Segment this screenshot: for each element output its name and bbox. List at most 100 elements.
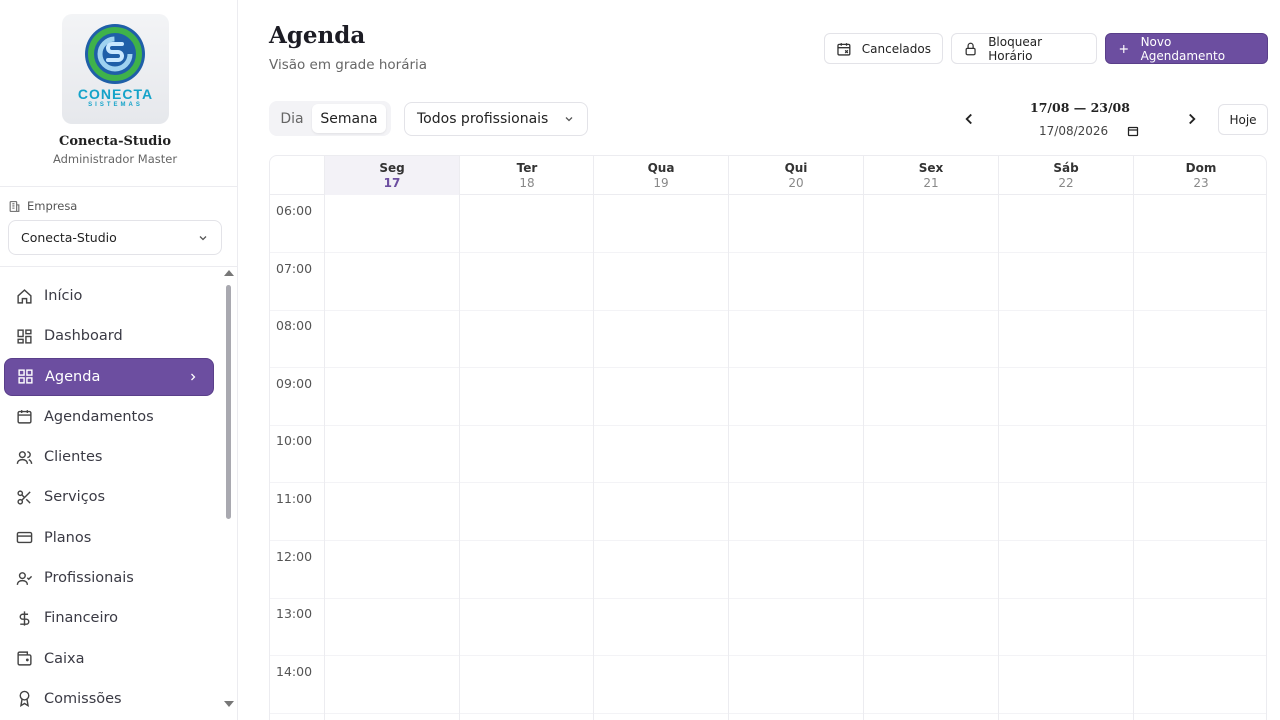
sidebar-item-agendamentos[interactable]: Agendamentos [4,398,214,436]
day-name: Sex [918,161,944,175]
user-check-icon [15,569,33,587]
day-name: Qua [647,161,675,175]
day-column-dom[interactable] [1133,195,1266,720]
calendar-x-icon [837,42,851,56]
day-column-sex[interactable] [863,195,998,720]
previous-week-button[interactable] [960,110,978,128]
sidebar-item-label: Clientes [44,449,103,466]
time-label: 07:00 [276,261,313,276]
time-label: 10:00 [276,433,313,448]
time-label: 08:00 [276,318,313,333]
day-column-qui[interactable] [728,195,863,720]
sidebar-item-profissionais[interactable]: Profissionais [4,559,214,597]
day-header-dom: Dom 23 [1133,156,1266,195]
grid-icon [16,368,34,386]
sidebar-item-planos[interactable]: Planos [4,519,214,557]
sidebar-item-agenda[interactable]: Agenda [4,357,214,396]
bloquear-label: Bloquear Horário [988,34,1043,63]
novo-agendamento-button[interactable]: Novo Agendamento [1105,33,1268,64]
sidebar-scrollbar[interactable] [224,270,234,715]
logo-text: CONECTA [77,86,154,102]
day-name: Qui [784,161,808,175]
next-week-button[interactable] [1183,110,1201,128]
sidebar-item-label: Início [44,288,83,304]
sidebar-item-clientes[interactable]: Clientes [4,438,214,476]
scroll-down-arrow-icon[interactable] [224,701,234,707]
day-header-seg: Seg 17 [324,156,459,195]
time-label: 11:00 [276,491,313,506]
date-range-label: 17/08 — 23/08 [1030,100,1130,115]
sidebar-item-label: Comissões [44,690,122,707]
view-semana-button[interactable]: Semana [312,104,386,133]
profissional-select[interactable]: Todos profissionais [404,102,588,136]
sidebar-item-dashboard[interactable]: Dashboard [4,317,214,355]
view-dia-button[interactable]: Dia [272,104,312,133]
sidebar-item-label: Planos [44,529,92,546]
scissors-icon [15,488,33,506]
day-header-qui: Qui 20 [728,156,863,195]
divider [0,266,237,267]
day-header-sex: Sex 21 [863,156,998,195]
chevron-right-icon [191,373,196,381]
date-input[interactable]: 17/08/2026 [1039,123,1139,139]
day-number: 18 [519,176,535,190]
award-icon [15,690,33,708]
sidebar-item-caixa[interactable]: Caixa [4,640,214,678]
chevron-down-icon [565,117,573,122]
day-number: 20 [788,176,804,190]
lock-icon [965,42,976,55]
day-name: Ter [516,161,538,175]
dollar-icon [15,609,33,627]
time-label: 09:00 [276,376,313,391]
sidebar-item-comissoes[interactable]: Comissões [4,680,214,718]
sidebar-item-label: Financeiro [44,610,119,627]
day-column-qua[interactable] [593,195,728,720]
date-input-value: 17/08/2026 [1039,124,1109,138]
day-name: Sáb [1053,161,1079,175]
sidebar-item-label: Serviços [44,489,106,506]
building-icon [9,200,20,212]
sidebar-item-financeiro[interactable]: Financeiro [4,599,214,637]
day-number: 21 [923,176,939,190]
sidebar-item-label: Dashboard [44,328,123,345]
scrollbar-thumb[interactable] [226,285,231,519]
day-header-ter: Ter 18 [459,156,594,195]
day-number: 22 [1058,176,1074,190]
time-label: 14:00 [276,664,313,679]
day-column-ter[interactable] [459,195,594,720]
sidebar-item-inicio[interactable]: Início [4,277,214,315]
wallet-icon [15,650,33,668]
day-column-sab[interactable] [998,195,1133,720]
users-icon [15,448,33,466]
day-number: 19 [653,176,669,190]
day-number: 23 [1193,176,1209,190]
sidebar-item-label: Agendamentos [44,408,154,425]
time-label: 12:00 [276,549,313,564]
view-toggle: Dia Semana [269,101,391,136]
day-column-seg[interactable] [324,195,459,720]
empresa-select[interactable]: Conecta-Studio [8,220,222,255]
day-name: Seg [379,161,405,175]
sidebar-item-servicos[interactable]: Serviços [4,478,214,516]
chevron-down-icon [199,235,207,240]
sidebar-nav: Início Dashboard Agenda Agendamentos Cli… [4,277,214,720]
dashboard-icon [15,327,33,345]
bloquear-horario-button[interactable]: Bloquear Horário [951,33,1097,64]
calendar-header: Seg 17 Ter 18 Qua 19 Qui 20 Sex 21 Sáb 22 Dom 2… [270,156,1266,195]
user-role: Administrador Master [52,152,178,166]
home-icon [15,287,33,305]
divider [0,186,237,187]
empresa-select-value: Conecta-Studio [21,230,117,245]
plus-icon [1119,44,1128,53]
cancelados-label: Cancelados [861,41,931,56]
calendar-picker-icon[interactable] [1127,125,1139,137]
day-name: Dom [1185,161,1217,175]
scroll-up-arrow-icon[interactable] [224,270,234,276]
sidebar-item-label: Profissionais [44,570,134,587]
hoje-button[interactable]: Hoje [1218,104,1268,135]
sidebar-item-label: Caixa [44,650,85,667]
org-name: Conecta-Studio [58,134,172,149]
cancelados-button[interactable]: Cancelados [824,33,943,64]
profissional-select-value: Todos profissionais [417,111,549,127]
page-title: Agenda [269,22,366,49]
